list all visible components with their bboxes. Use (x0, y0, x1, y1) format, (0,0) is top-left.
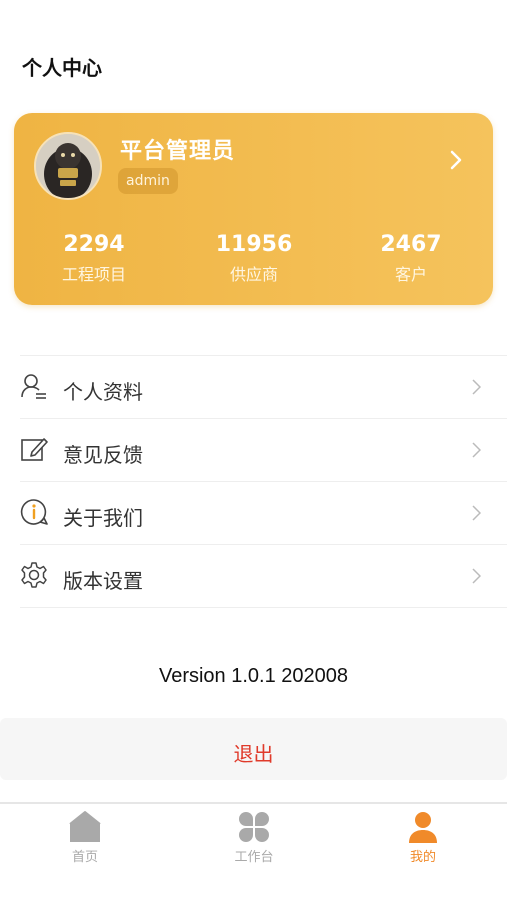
page-title: 个人中心 (22, 56, 102, 80)
stat-value: 2467 (380, 232, 442, 257)
profile-card[interactable]: 平台管理员 admin 2294 工程项目 11956 供应商 2467 客户 (14, 113, 493, 305)
menu-item-label: 版本设置 (63, 569, 143, 593)
menu-item-version-settings[interactable]: 版本设置 (20, 545, 507, 608)
stat-suppliers[interactable]: 11956 供应商 (194, 231, 314, 285)
tab-workbench[interactable]: 工作台 (204, 810, 304, 865)
stat-customers[interactable]: 2467 客户 (351, 231, 471, 285)
role-badge: admin (118, 168, 178, 194)
menu-item-label: 意见反馈 (63, 443, 143, 467)
logout-button[interactable]: 退出 (0, 718, 507, 780)
menu-item-profile[interactable]: 个人资料 (20, 356, 507, 419)
tab-label: 工作台 (234, 850, 274, 865)
stat-value: 11956 (215, 232, 293, 257)
tab-home[interactable]: 首页 (35, 810, 135, 865)
version-text: Version 1.0.1 202008 (158, 665, 349, 687)
menu-item-label: 个人资料 (63, 380, 143, 404)
chevron-right-icon (472, 505, 481, 521)
menu-item-label: 关于我们 (63, 506, 143, 530)
chevron-right-icon (472, 442, 481, 458)
person-icon (409, 812, 437, 843)
tab-label: 我的 (409, 850, 436, 865)
stat-label: 供应商 (229, 265, 278, 284)
gear-icon (21, 562, 47, 588)
chevron-right-icon[interactable] (449, 149, 463, 171)
tab-label: 首页 (71, 850, 98, 865)
menu-item-about[interactable]: 关于我们 (20, 482, 507, 545)
stat-value: 2294 (63, 232, 125, 257)
menu-list: 个人资料 意见反馈 关于我们 版本设置 (20, 355, 507, 608)
info-icon (20, 499, 48, 525)
home-icon (69, 811, 101, 842)
chevron-right-icon (472, 379, 481, 395)
stat-label: 客户 (394, 265, 427, 284)
logout-label: 退出 (233, 742, 274, 766)
user-profile-icon (21, 374, 46, 399)
tab-mine[interactable]: 我的 (373, 810, 473, 865)
stat-label: 工程项目 (61, 265, 126, 284)
chevron-right-icon (472, 568, 481, 584)
menu-item-feedback[interactable]: 意见反馈 (20, 419, 507, 482)
tab-bar: 首页 工作台 我的 (0, 802, 507, 902)
avatar[interactable] (34, 132, 102, 200)
grid-clover-icon (239, 812, 269, 842)
user-name: 平台管理员 (120, 139, 236, 164)
stat-projects[interactable]: 2294 工程项目 (34, 231, 154, 285)
avatar-image-icon (36, 134, 100, 198)
edit-feedback-icon (21, 438, 48, 461)
